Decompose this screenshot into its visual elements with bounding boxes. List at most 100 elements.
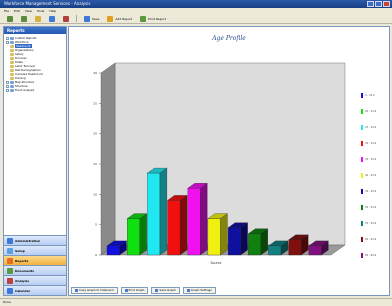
bar [187, 188, 201, 256]
legend-swatch [361, 140, 363, 146]
legend-label: 35 - 39.9 [365, 157, 377, 161]
report-icon [10, 56, 14, 60]
bar-side [220, 213, 228, 256]
toolbar-save-button[interactable]: Save [81, 15, 102, 23]
menu-file[interactable]: File [4, 9, 9, 13]
x-axis-label: Source [211, 261, 222, 265]
nav-button-calendar[interactable]: Calendar [4, 285, 66, 295]
back-button[interactable] [4, 15, 16, 23]
graph-action-button[interactable]: Print Graph [120, 286, 149, 294]
legend-swatch [361, 220, 363, 226]
chart-title: Age Profile [212, 35, 246, 42]
sidebar-panel: Reports Custom Reports Workforce Headcount… [3, 26, 67, 296]
nav-button-administration[interactable]: Administration [4, 235, 66, 245]
report-icon [10, 52, 14, 56]
y-tick-label: 25 [93, 101, 97, 105]
back-arrow-icon [7, 15, 13, 22]
nav-button-analysis[interactable]: Analysis [4, 275, 66, 285]
report-panel: 0 5 10 15 20 25 30 Source Age Profile 0 - 19.9 2… [68, 26, 390, 296]
legend-label: 20 - 24.9 [365, 109, 377, 113]
report-icon [10, 64, 14, 68]
graph-action-button[interactable]: Graph Settings [182, 286, 216, 294]
home-icon [63, 15, 69, 22]
add-report-icon [107, 15, 114, 22]
legend-swatch [361, 204, 363, 210]
menu-view[interactable]: View [25, 9, 32, 13]
up-button[interactable] [32, 15, 44, 23]
refresh-icon [49, 15, 55, 22]
nav-button-label: Reports [15, 258, 29, 263]
tree-node[interactable]: Trend Analysis [6, 88, 66, 92]
report-icon [10, 68, 14, 72]
report-icon [10, 76, 14, 80]
graph-action-label: Save Graph [159, 288, 176, 292]
expand-toggle-icon[interactable] [6, 36, 9, 40]
graph-action-icon [124, 288, 128, 292]
legend-entry: 55 - 59.9 [361, 215, 389, 231]
minimize-button[interactable] [367, 1, 374, 7]
graph-action-button[interactable]: Save Graph [151, 286, 180, 294]
report-icon [10, 60, 14, 64]
setup-icon [7, 247, 13, 254]
y-tick-label: 10 [93, 192, 97, 196]
title-bar: Workforce Management Services - Analysis [0, 0, 392, 8]
bar-side [240, 222, 248, 256]
legend-label: 0 - 19.9 [365, 93, 375, 97]
menu-tools[interactable]: Tools [37, 9, 44, 13]
print-icon [140, 15, 147, 22]
nav-button-label: Setup [15, 248, 25, 253]
toolbar-save-label: Save [92, 16, 100, 21]
forward-button[interactable] [18, 15, 30, 23]
chart-side-wall [100, 62, 116, 256]
legend-label: 60 - 64.9 [365, 237, 377, 241]
bar [106, 245, 120, 256]
nav-button-reports[interactable]: Reports [4, 255, 66, 265]
folder-icon [10, 84, 14, 88]
expand-toggle-icon[interactable] [6, 80, 9, 84]
y-tick-label: 0 [95, 253, 97, 257]
legend-swatch [361, 156, 363, 162]
legend-label: 55 - 59.9 [365, 221, 377, 225]
legend-entry: 25 - 29.9 [361, 119, 389, 135]
folder-icon [10, 36, 14, 40]
legend-swatch [361, 92, 363, 98]
save-icon [84, 15, 90, 22]
bar-side [179, 195, 188, 256]
nav-button-documents[interactable]: Documents [4, 265, 66, 275]
folder-icon [10, 80, 14, 84]
age-profile-chart: 0 5 10 15 20 25 30 Source [93, 62, 346, 265]
legend-swatch [361, 108, 363, 114]
legend-swatch [361, 124, 363, 130]
report-icon [10, 48, 14, 52]
nav-button-stack: Administration Setup Reports Documents Analy… [4, 235, 66, 295]
toolbar-separator [76, 15, 77, 22]
graph-action-icon [155, 288, 159, 292]
report-icon [10, 44, 14, 48]
documents-icon [7, 267, 13, 274]
bar-side [200, 182, 208, 256]
legend-entry: 50 - 54.9 [361, 199, 389, 215]
toolbar-add-report-button[interactable]: Add Report [104, 15, 135, 23]
menu-edit[interactable]: Edit [14, 9, 20, 13]
legend-entry: 30 - 34.9 [361, 135, 389, 151]
menu-help[interactable]: Help [49, 9, 56, 13]
analysis-icon [7, 277, 13, 284]
toolbar-print-report-button[interactable]: Print Report [137, 15, 169, 23]
legend-label: 30 - 34.9 [365, 141, 377, 145]
maximize-button[interactable] [375, 1, 382, 7]
expand-toggle-icon[interactable] [6, 40, 9, 44]
legend-label: 65 - 69.9 [365, 253, 377, 257]
report-tree: Custom Reports Workforce Headcount Organiza… [4, 34, 66, 92]
bar-side [159, 167, 168, 256]
close-button[interactable] [383, 1, 390, 7]
graph-action-bar: Copy Graph to Clipboard Print Graph Save G… [69, 285, 389, 295]
administration-icon [7, 237, 13, 244]
expand-toggle-icon[interactable] [6, 88, 9, 92]
graph-action-button[interactable]: Copy Graph to Clipboard [71, 286, 118, 294]
expand-toggle-icon[interactable] [6, 84, 9, 88]
refresh-button[interactable] [46, 15, 58, 23]
home-button[interactable] [60, 15, 72, 23]
legend-entry: 60 - 64.9 [361, 231, 389, 247]
nav-button-setup[interactable]: Setup [4, 245, 66, 255]
nav-button-label: Calendar [15, 288, 31, 293]
